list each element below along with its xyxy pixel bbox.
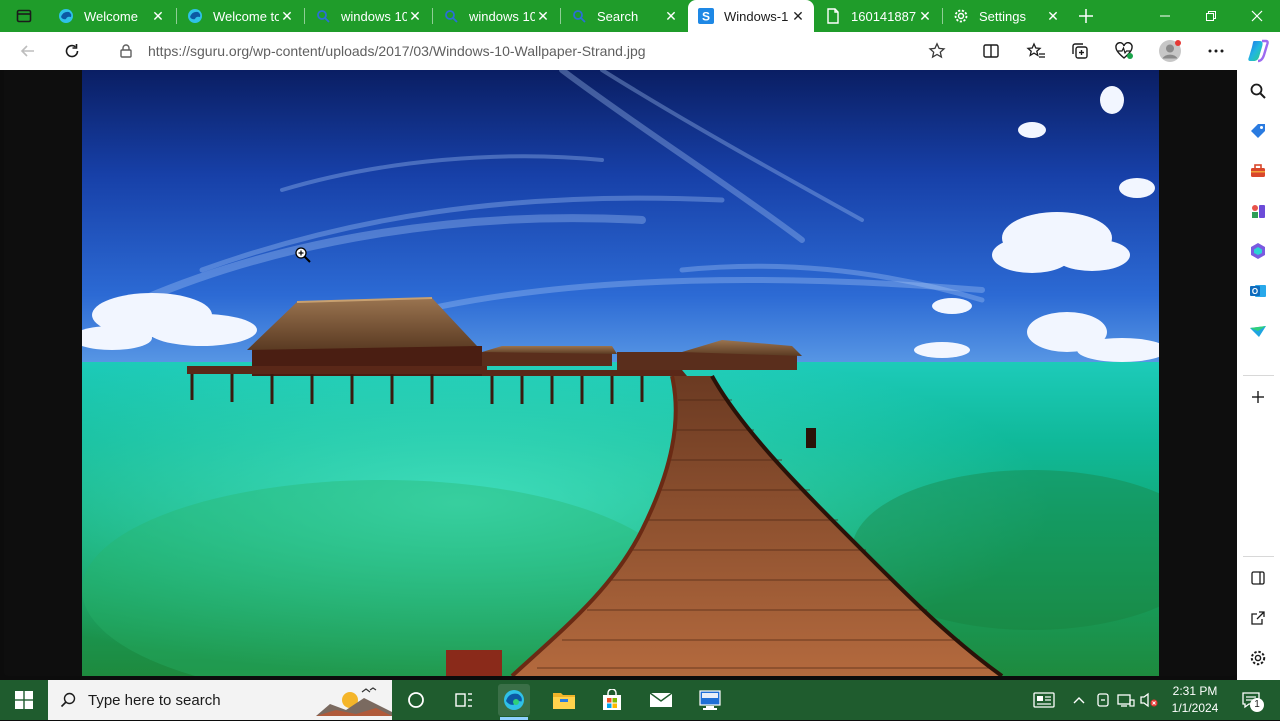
close-icon[interactable]: ✕ [790, 8, 806, 24]
outlook-icon[interactable]: O [1247, 280, 1269, 302]
profile-avatar[interactable] [1156, 37, 1184, 65]
tab-strip: Welcome ✕ Welcome to ✕ windows 10 ✕ wind… [0, 0, 1280, 32]
network-icon[interactable] [1116, 690, 1136, 710]
restore-button[interactable] [1188, 0, 1234, 32]
more-options-icon[interactable] [1202, 37, 1230, 65]
close-icon[interactable]: ✕ [535, 8, 551, 24]
tools-icon[interactable] [1247, 160, 1269, 182]
svg-text:O: O [1252, 287, 1258, 296]
tab-title: windows 10 [341, 8, 407, 24]
news-widget-icon[interactable] [1032, 690, 1056, 710]
notification-center-icon[interactable]: 1 [1238, 690, 1264, 712]
edge-taskbar-icon[interactable] [498, 684, 530, 716]
close-icon[interactable]: ✕ [150, 8, 166, 24]
sidebar-settings-icon[interactable] [1247, 647, 1269, 669]
collections-icon[interactable] [1066, 37, 1094, 65]
tab-windows-10-search-1[interactable]: windows 10 ✕ [305, 0, 431, 32]
address-bar[interactable]: https://sguru.org/wp-content/uploads/201… [102, 36, 962, 66]
copilot-icon[interactable] [1244, 37, 1272, 65]
search-icon[interactable] [1247, 80, 1269, 102]
tab-title: Windows-1 [724, 8, 789, 24]
favorite-star-icon[interactable] [928, 42, 946, 60]
new-tab-button[interactable] [1072, 2, 1100, 30]
wallpaper-image[interactable] [82, 70, 1159, 676]
hide-sidebar-icon[interactable] [1247, 567, 1269, 589]
search-icon [443, 8, 459, 24]
task-view-icon[interactable] [448, 684, 480, 716]
shopping-tag-icon[interactable] [1247, 120, 1269, 142]
browser-toolbar: https://sguru.org/wp-content/uploads/201… [0, 32, 1280, 70]
file-explorer-icon[interactable] [548, 684, 580, 716]
search-placeholder: Type here to search [88, 691, 221, 709]
tab-title: 160141887 [851, 8, 917, 24]
workspaces-icon[interactable] [10, 2, 38, 30]
add-sidebar-app-icon[interactable] [1247, 386, 1269, 408]
gear-icon [953, 8, 969, 24]
lock-icon[interactable] [118, 43, 134, 59]
tab-title: windows 10 [469, 8, 535, 24]
chevron-up-icon[interactable] [1069, 690, 1089, 710]
microsoft-store-icon[interactable] [596, 684, 628, 716]
svg-text:S: S [702, 10, 710, 24]
split-screen-icon[interactable] [977, 37, 1005, 65]
games-icon[interactable] [1247, 200, 1269, 222]
s-site-icon: S [698, 8, 714, 24]
url-text[interactable]: https://sguru.org/wp-content/uploads/201… [148, 43, 646, 59]
tab-search[interactable]: Search ✕ [561, 0, 687, 32]
close-icon[interactable]: ✕ [917, 8, 933, 24]
taskbar-clock[interactable]: 2:31 PM 1/1/2024 [1162, 683, 1228, 717]
tab-settings[interactable]: Settings ✕ [943, 0, 1069, 32]
tab-title: Welcome [84, 8, 138, 24]
cortana-icon[interactable] [400, 684, 432, 716]
volume-muted-icon[interactable] [1139, 690, 1159, 710]
zoom-in-cursor-icon [294, 246, 312, 264]
mail-icon[interactable] [645, 684, 677, 716]
tab-welcome[interactable]: Welcome ✕ [48, 0, 174, 32]
close-window-button[interactable] [1234, 0, 1280, 32]
taskbar-search-box[interactable]: Type here to search [48, 680, 392, 720]
favorites-icon[interactable] [1022, 37, 1050, 65]
close-icon[interactable]: ✕ [407, 8, 423, 24]
tab-windows-10-wallpaper[interactable]: S Windows-1 ✕ [688, 0, 814, 32]
device-icon[interactable] [1093, 690, 1113, 710]
notification-badge: 1 [1250, 698, 1264, 712]
search-icon [571, 8, 587, 24]
document-icon [825, 8, 841, 24]
start-button[interactable] [8, 684, 40, 716]
edge-sidebar: O [1237, 70, 1280, 680]
clock-date: 1/1/2024 [1171, 701, 1219, 715]
drop-icon[interactable] [1247, 320, 1269, 342]
external-link-icon[interactable] [1247, 607, 1269, 629]
edge-icon [187, 8, 203, 24]
tab-title: Welcome to [213, 8, 279, 24]
page-content[interactable] [4, 70, 1237, 676]
tab-document[interactable]: 160141887 ✕ [815, 0, 941, 32]
edge-icon [58, 8, 74, 24]
close-icon[interactable]: ✕ [1045, 8, 1061, 24]
close-icon[interactable]: ✕ [279, 8, 295, 24]
remote-desktop-icon[interactable] [694, 684, 726, 716]
browser-essentials-icon[interactable] [1110, 37, 1138, 65]
search-highlight-image [316, 684, 392, 716]
minimize-button[interactable] [1142, 0, 1188, 32]
refresh-button[interactable] [58, 37, 86, 65]
clock-time: 2:31 PM [1172, 684, 1218, 698]
tab-welcome-to[interactable]: Welcome to ✕ [177, 0, 303, 32]
tab-windows-10-search-2[interactable]: windows 10 ✕ [433, 0, 559, 32]
windows-taskbar: Type here to search 2:31 PM 1/1/2024 1 [0, 680, 1280, 720]
search-icon [60, 692, 76, 708]
back-button[interactable] [14, 37, 42, 65]
microsoft-365-icon[interactable] [1247, 240, 1269, 262]
tab-title: Search [597, 8, 639, 24]
tab-title: Settings [979, 8, 1026, 24]
close-icon[interactable]: ✕ [663, 8, 679, 24]
search-icon [315, 8, 331, 24]
